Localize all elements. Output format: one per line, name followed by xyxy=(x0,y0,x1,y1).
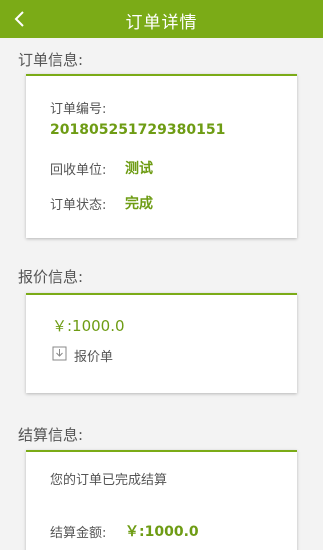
download-icon xyxy=(52,346,67,361)
settlement-info-section-title: 结算信息: xyxy=(18,426,84,444)
order-number-value: 201805251729380151 xyxy=(50,122,226,138)
quote-info-section-title: 报价信息: xyxy=(18,268,84,286)
page-title: 订单详情 xyxy=(125,13,198,33)
quote-info-card: ￥:1000.0 报价单 xyxy=(26,293,297,393)
settlement-message: 您的订单已完成结算 xyxy=(50,473,168,488)
settlement-amount-label: 结算金额: xyxy=(50,526,107,541)
app-header: 订单详情 xyxy=(0,0,323,38)
settlement-amount-value: ￥:1000.0 xyxy=(125,524,199,540)
order-status-label: 订单状态: xyxy=(50,198,107,213)
recycler-label: 回收单位: xyxy=(50,163,107,178)
order-status-value: 完成 xyxy=(125,196,153,212)
order-number-label: 订单编号: xyxy=(50,102,107,117)
order-info-section-title: 订单信息: xyxy=(18,51,84,69)
quote-document-label: 报价单 xyxy=(74,350,114,365)
order-info-card: 订单编号: 201805251729380151 回收单位: 测试 订单状态: … xyxy=(26,74,297,238)
quote-price: ￥:1000.0 xyxy=(52,317,125,335)
settlement-info-card: 您的订单已完成结算 结算金额: ￥:1000.0 xyxy=(26,450,297,550)
recycler-value: 测试 xyxy=(125,161,153,177)
